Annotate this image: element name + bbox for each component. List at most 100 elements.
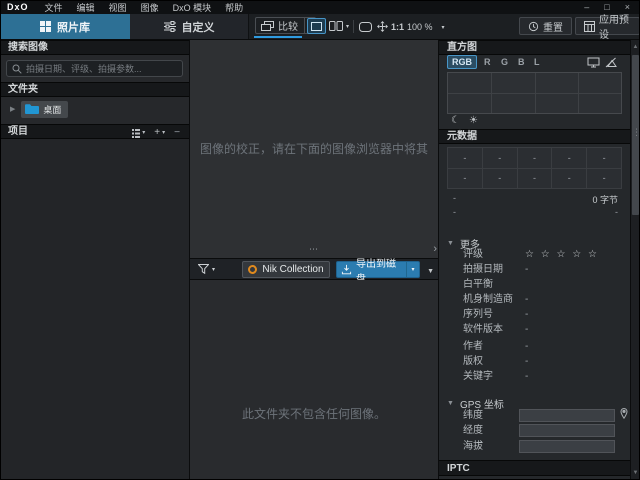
metadata-row-rating: 评级 ☆ ☆ ☆ ☆ ☆ (439, 248, 630, 262)
channel-g-button[interactable]: G (501, 57, 508, 67)
fit-screen-icon (359, 22, 372, 32)
reset-button[interactable]: 重置 (519, 17, 572, 35)
field-value: - (525, 340, 528, 354)
view-dropdown-arrow[interactable]: ▾ (346, 23, 349, 30)
field-label: 评级 (463, 248, 483, 262)
field-label: 序列号 (463, 308, 493, 322)
channel-r-button[interactable]: R (484, 57, 491, 67)
folders-header-label: 文件夹 (8, 84, 38, 95)
metadata-cell: - (552, 148, 586, 168)
menu-file[interactable]: 文件 (45, 1, 63, 14)
metadata-row-white-balance: 白平衡 (439, 278, 630, 292)
rating-stars[interactable]: ☆ ☆ ☆ ☆ ☆ (525, 248, 599, 262)
zoom-1to1-button[interactable]: 1:1 (391, 22, 404, 32)
scroll-down-arrow[interactable]: ▼ (631, 470, 640, 476)
add-dropdown-arrow: ▾ (162, 126, 165, 140)
highlight-clipping-icon[interactable]: ☀ (469, 116, 478, 126)
file-size-value: 0 字节 (592, 193, 618, 206)
panel-collapse-chevron[interactable]: › (433, 242, 437, 256)
folder-item-desktop[interactable]: 桌面 (21, 101, 68, 118)
field-label: 关键字 (463, 370, 493, 384)
metadata-cell: - (448, 169, 482, 189)
metadata-cell: - (552, 169, 586, 189)
menu-image[interactable]: 图像 (141, 1, 159, 14)
add-project-button[interactable]: + ▾ (154, 126, 165, 140)
tab-customize[interactable]: 自定义 (130, 14, 249, 39)
metadata-grid: - - - - - - - - - - (447, 147, 622, 189)
move-icon (377, 21, 388, 32)
altitude-label: 海拔 (463, 440, 483, 453)
shadow-clipping-icon[interactable]: ☾ (451, 116, 460, 126)
project-list-options-button[interactable]: ▾ (132, 126, 145, 140)
metadata-row-copyright: 版权 - (439, 355, 630, 369)
longitude-input[interactable] (519, 424, 615, 437)
zoom-level-dropdown[interactable]: 100 % ▾ (407, 22, 445, 32)
fit-screen-button[interactable] (359, 22, 372, 32)
dxo-logo: DxO (7, 2, 29, 12)
splitter-handle-icon[interactable]: ⋯ (190, 245, 438, 253)
metadata-section-header: 元数据 (439, 129, 630, 144)
monitor-icon[interactable] (587, 57, 600, 68)
dual-view-button[interactable] (328, 18, 344, 34)
tree-expand-icon[interactable]: ▶ (10, 105, 15, 113)
collapse-triangle-icon: ▼ (447, 240, 454, 247)
compare-active-underline (254, 36, 302, 38)
apply-preset-button[interactable]: 应用预设 (575, 17, 640, 35)
menu-edit[interactable]: 编辑 (77, 1, 95, 14)
channel-rgb-button[interactable]: RGB (447, 55, 477, 69)
right-panel-scrollbar[interactable]: ▲ ⋮ ▼ (630, 40, 640, 480)
tab-photolibrary[interactable]: 照片库 (0, 14, 131, 39)
toolbar-collapse-arrow[interactable]: ▼ (427, 268, 434, 275)
search-input[interactable] (26, 64, 177, 74)
histogram-section-header: 直方图 (439, 40, 630, 55)
nik-collection-icon (248, 265, 257, 274)
nik-collection-label: Nik Collection (262, 264, 323, 275)
metadata-row-capture-date: 拍摄日期 - (439, 263, 630, 277)
scrollbar-grip-icon: ⋮ (632, 127, 639, 138)
altitude-input[interactable] (519, 440, 615, 453)
top-toolbar: 照片库 自定义 比较 ▾ ▾ 1:1 100 % ▾ 重置 (0, 14, 640, 40)
scroll-up-arrow[interactable]: ▲ (631, 44, 640, 50)
field-label: 软件版本 (463, 323, 503, 337)
map-pin-icon[interactable] (620, 408, 628, 419)
folder-tree-row[interactable]: ▶ 桌面 (0, 100, 189, 118)
plus-icon: + (154, 126, 160, 140)
search-header-label: 搜索图像 (8, 42, 48, 53)
filter-button[interactable]: ▾ (198, 264, 215, 274)
menu-view[interactable]: 视图 (109, 1, 127, 14)
channel-l-button[interactable]: L (534, 57, 540, 67)
field-value: - (525, 308, 528, 322)
filter-funnel-icon (198, 264, 209, 274)
single-view-button[interactable] (307, 18, 326, 34)
metadata-row-keywords: 关键字 - (439, 370, 630, 384)
metadata-row-author: 作者 - (439, 340, 630, 354)
list-icon (132, 129, 140, 138)
info-left-value: - (453, 207, 456, 217)
filter-dropdown-arrow: ▾ (212, 266, 215, 273)
metadata-cell: - (518, 148, 552, 168)
left-sidebar: 搜索图像 文件夹 ▶ 桌面 项目 ▾ + ▾ − (0, 40, 190, 480)
export-dropdown-arrow[interactable]: ▾ (406, 262, 419, 277)
projects-section-header: 项目 ▾ + ▾ − (0, 124, 189, 139)
soft-proofing-icon[interactable] (605, 57, 617, 68)
field-label: 版权 (463, 355, 483, 369)
tab-customize-label: 自定义 (182, 19, 215, 35)
scrollbar-thumb[interactable]: ⋮ (632, 55, 639, 215)
minimize-button[interactable]: – (584, 2, 589, 12)
search-section-header: 搜索图像 (0, 40, 189, 55)
channel-b-button[interactable]: B (518, 57, 525, 67)
pan-tool-button[interactable] (377, 21, 388, 32)
menu-dxo-modules[interactable]: DxO 模块 (173, 1, 212, 14)
latitude-input[interactable] (519, 409, 615, 422)
remove-project-button[interactable]: − (174, 126, 180, 140)
search-box[interactable] (6, 60, 183, 77)
iptc-section-header[interactable]: IPTC (439, 460, 630, 476)
toolbar-separator (353, 20, 354, 33)
metadata-row-manufacturer: 机身制造商 - (439, 293, 630, 307)
image-viewer-area: 图像的校正，请在下面的图像浏览器中将其 ⋯ ▾ Nik Collection 导… (190, 40, 438, 480)
menu-help[interactable]: 帮助 (225, 1, 243, 14)
histogram-plot (447, 72, 622, 114)
export-to-disk-button[interactable]: 导出到磁盘 ▾ (336, 261, 420, 278)
nik-collection-button[interactable]: Nik Collection (242, 261, 330, 278)
field-value: - (525, 370, 528, 384)
